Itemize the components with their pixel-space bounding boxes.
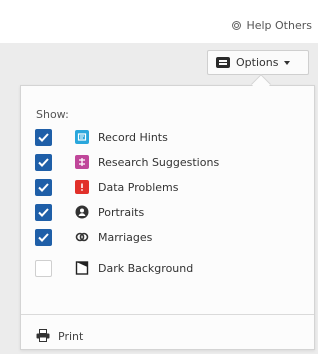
caret-down-icon (284, 60, 291, 65)
data-problems-icon (75, 180, 89, 194)
print-icon (36, 327, 50, 346)
dark-background-checkbox[interactable] (35, 259, 52, 277)
option-portraits[interactable]: Portraits (35, 200, 144, 224)
options-icon (216, 57, 230, 68)
data-problems-checkbox[interactable] (35, 178, 52, 196)
dark-background-label: Dark Background (98, 261, 194, 275)
print-label: Print (58, 330, 84, 343)
marriages-icon (75, 230, 89, 244)
dark-background-icon (75, 261, 89, 275)
print-button[interactable]: Print (36, 327, 83, 346)
help-circle-icon (232, 21, 242, 30)
marriages-label: Marriages (98, 230, 153, 244)
record-hints-icon (75, 130, 89, 144)
research-suggestions-icon (75, 155, 89, 169)
option-marriages[interactable]: Marriages (35, 225, 152, 249)
options-button[interactable]: Options (207, 50, 309, 75)
options-label: Options (236, 56, 279, 69)
data-problems-label: Data Problems (98, 180, 179, 194)
portraits-label: Portraits (98, 205, 145, 219)
record-hints-label: Record Hints (98, 130, 168, 144)
option-data-problems[interactable]: Data Problems (35, 175, 178, 199)
help-others-link[interactable]: Help Others (232, 19, 312, 32)
help-others-label: Help Others (246, 19, 312, 32)
option-research-suggestions[interactable]: Research Suggestions (35, 150, 219, 174)
portraits-icon (75, 205, 89, 219)
option-record-hints[interactable]: Record Hints (35, 125, 168, 149)
marriages-checkbox[interactable] (35, 228, 52, 246)
portraits-checkbox[interactable] (35, 203, 52, 221)
record-hints-checkbox[interactable] (35, 128, 52, 146)
research-suggestions-label: Research Suggestions (98, 155, 220, 169)
panel-divider (21, 314, 314, 315)
option-dark-background[interactable]: Dark Background (35, 256, 193, 280)
research-suggestions-checkbox[interactable] (35, 153, 52, 171)
show-label: Show: (36, 108, 69, 121)
